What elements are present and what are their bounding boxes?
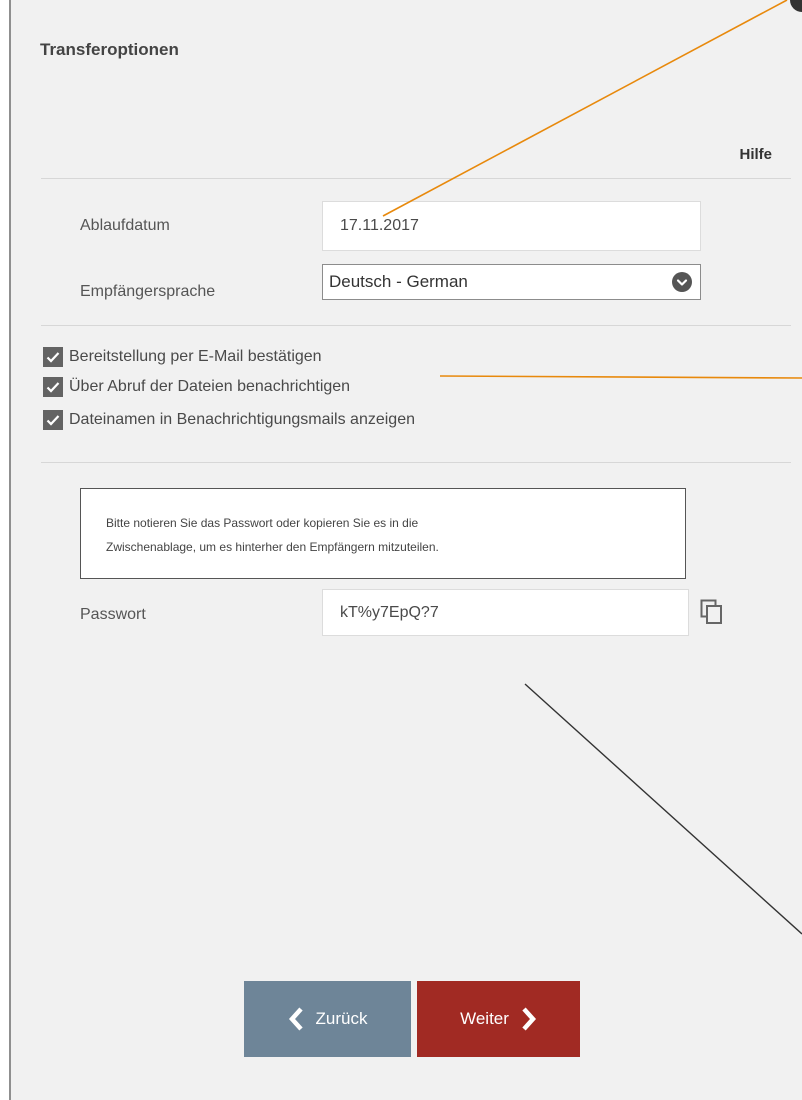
checkbox-checked-icon[interactable] (43, 347, 63, 367)
divider (41, 325, 791, 326)
chevron-left-icon (288, 1007, 304, 1031)
expiry-date-label: Ablaufdatum (80, 217, 170, 234)
password-field[interactable]: kT%y7EpQ?7 (322, 589, 689, 636)
password-label: Passwort (80, 606, 146, 623)
back-button[interactable]: Zurück (244, 981, 411, 1057)
next-button-label: Weiter (460, 1009, 509, 1028)
password-notice-line: Zwischenablage, um es hinterher den Empf… (106, 540, 439, 554)
password-notice-line: Bitte notieren Sie das Passwort oder kop… (106, 516, 419, 530)
option-label: Bereitstellung per E-Mail bestätigen (69, 348, 322, 365)
checkbox-checked-icon[interactable] (43, 410, 63, 430)
page-title: Transferoptionen (40, 40, 179, 59)
recipient-language-label: Empfängersprache (80, 283, 216, 300)
password-notice: Bitte notieren Sie das Passwort oder kop… (80, 488, 686, 579)
transfer-options-panel: Transferoptionen Hilfe Ablaufdatum 17.11… (9, 0, 802, 1100)
help-link[interactable]: Hilfe (739, 146, 772, 163)
back-button-label: Zurück (315, 1009, 368, 1028)
option-confirm-email[interactable]: Bereitstellung per E-Mail bestätigen (43, 346, 322, 368)
checkbox-checked-icon[interactable] (43, 377, 63, 397)
next-button[interactable]: Weiter (417, 981, 580, 1057)
recipient-language-select[interactable]: Deutsch - German (322, 264, 701, 300)
expiry-date-input[interactable]: 17.11.2017 (322, 201, 701, 251)
option-label: Über Abruf der Dateien benachrichtigen (69, 378, 351, 395)
option-label: Dateinamen in Benachrichtigungsmails anz… (69, 411, 415, 428)
copy-icon[interactable] (700, 599, 724, 625)
option-show-filenames[interactable]: Dateinamen in Benachrichtigungsmails anz… (43, 409, 415, 431)
divider (41, 178, 791, 179)
chevron-right-icon (521, 1007, 537, 1031)
option-notify-download[interactable]: Über Abruf der Dateien benachrichtigen (43, 376, 350, 398)
divider (41, 462, 791, 463)
chevron-down-icon[interactable] (672, 272, 692, 292)
recipient-language-value: Deutsch - German (329, 272, 468, 291)
